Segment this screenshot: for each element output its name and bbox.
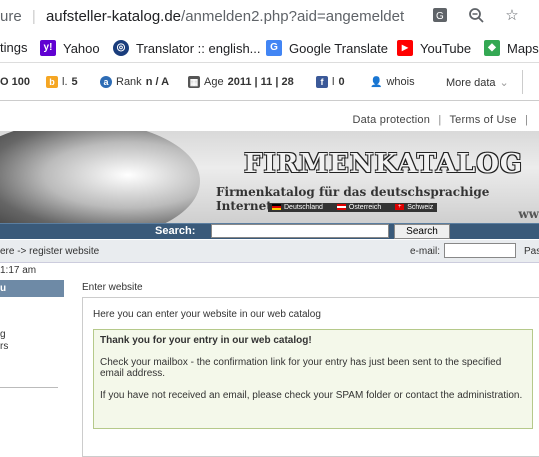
google-translate-icon: G: [266, 40, 282, 56]
language-links: Deutschland Österreich + Schweiz: [268, 203, 438, 212]
sidebar-divider: [0, 387, 58, 388]
star-icon[interactable]: ☆: [503, 7, 521, 25]
maps-icon: ◆: [484, 40, 500, 56]
bookmark-label: Yahoo: [63, 40, 100, 56]
translator-icon: ◎: [113, 40, 129, 56]
bookmarks-bar: tings y! Yahoo ◎ Translator :: english..…: [0, 33, 539, 63]
seo-rank-label: Rank: [116, 76, 142, 88]
zoom-icon[interactable]: [467, 7, 485, 25]
seo-b-value: 5: [71, 76, 78, 88]
bookmark-label: Google Translate: [289, 40, 389, 56]
search-button[interactable]: Search: [394, 224, 450, 239]
seo-da[interactable]: O 100: [0, 76, 30, 88]
url-domain: aufsteller-katalog.de: [45, 8, 182, 25]
web-page: Data protection | Terms of Use | FIRMENK…: [0, 102, 539, 457]
bookmark-youtube[interactable]: ▶ YouTube: [397, 40, 471, 56]
svg-text:G: G: [436, 11, 444, 22]
switzerland-flag-icon: +: [395, 204, 405, 211]
seo-age-value: 2011 | 11 | 28: [227, 76, 294, 88]
bookmark-settings[interactable]: tings: [0, 40, 27, 55]
site-banner: FIRMENKATALOG Firmenkatalog für das deut…: [0, 131, 539, 223]
url-path: /anmelden2.php?aid=angemeldet: [181, 8, 405, 25]
translate-icon[interactable]: G: [431, 7, 449, 25]
seo-rank[interactable]: a Rank n / A: [100, 76, 169, 88]
link-separator: |: [438, 114, 442, 126]
search-label: Search:: [155, 225, 196, 237]
intro-text: Here you can enter your website in our w…: [93, 309, 321, 320]
seo-whois-label: whois: [386, 76, 415, 88]
divider: [522, 70, 523, 94]
user-icon: 👤: [370, 76, 383, 88]
banner-www: ww: [518, 207, 539, 221]
current-time: 1:17 am: [0, 265, 37, 276]
alexa-icon: a: [100, 76, 112, 88]
email-label: e-mail:: [410, 246, 441, 257]
breadcrumb-bar: ere -> register website e-mail: Pas: [0, 240, 539, 263]
email-field[interactable]: [444, 243, 516, 258]
lang-label: Schweiz: [407, 204, 434, 211]
calendar-icon: ▦: [188, 76, 200, 88]
bookmark-google-translate[interactable]: G Google Translate: [266, 40, 388, 56]
seo-b-label: l.: [62, 76, 68, 88]
top-links: Data protection | Terms of Use |: [352, 114, 533, 126]
lang-oesterreich[interactable]: Österreich: [336, 204, 382, 211]
sidebar-menu: u g rs: [0, 280, 64, 450]
url-separator: |: [31, 8, 36, 25]
bookmark-label: YouTube: [420, 40, 472, 56]
success-text-mailbox: Check your mailbox - the confirmation li…: [100, 357, 502, 379]
bookmark-label: tings: [0, 40, 28, 55]
main-content: Enter website Here you can enter your we…: [82, 282, 539, 457]
sidebar-item[interactable]: rs: [0, 341, 8, 352]
seo-fb-label: l: [332, 76, 335, 88]
bookmark-yahoo[interactable]: y! Yahoo: [40, 40, 100, 56]
seo-backlinks[interactable]: b l. 5: [46, 76, 78, 88]
content-box: Here you can enter your website in our w…: [82, 297, 539, 457]
success-message: Thank you for your entry in our web cata…: [93, 329, 533, 429]
facebook-icon: f: [316, 76, 328, 88]
address-bar[interactable]: ure | aufsteller-katalog.de/anmelden2.ph…: [0, 0, 539, 33]
chevron-down-icon: ⌄: [499, 77, 509, 89]
seo-facebook[interactable]: f l 0: [316, 76, 345, 88]
terms-of-use-link[interactable]: Terms of Use: [449, 114, 516, 126]
lang-label: Österreich: [348, 204, 382, 211]
bookmark-translator[interactable]: ◎ Translator :: english...: [113, 40, 261, 56]
austria-flag-icon: [336, 204, 346, 211]
sidebar-heading: u: [0, 280, 64, 297]
youtube-icon: ▶: [397, 40, 413, 56]
seo-da-value: O 100: [0, 76, 30, 88]
success-title: Thank you for your entry in our web cata…: [100, 335, 312, 346]
lang-deutschland[interactable]: Deutschland: [272, 204, 323, 211]
seo-age[interactable]: ▦ Age 2011 | 11 | 28: [188, 76, 294, 88]
data-protection-link[interactable]: Data protection: [352, 114, 430, 126]
bookmark-label: Translator :: english...: [136, 40, 261, 56]
seo-more-data[interactable]: More data ⌄: [446, 76, 509, 90]
bookmark-label: Maps: [507, 40, 539, 56]
link-separator: |: [524, 114, 528, 126]
bookmark-maps[interactable]: ◆ Maps: [484, 40, 539, 56]
seo-fb-value: 0: [338, 76, 345, 88]
url-text[interactable]: ure | aufsteller-katalog.de/anmelden2.ph…: [0, 8, 404, 25]
sidebar-item[interactable]: g: [0, 329, 6, 340]
seo-toolbar: O 100 b l. 5 a Rank n / A ▦ Age 2011 | 1…: [0, 64, 539, 101]
lang-schweiz[interactable]: + Schweiz: [395, 204, 433, 211]
bing-icon: b: [46, 76, 58, 88]
breadcrumb: ere -> register website: [0, 246, 100, 257]
seo-more-label: More data: [446, 76, 496, 89]
banner-graphic: [0, 131, 200, 223]
password-label: Pas: [524, 246, 539, 257]
seo-rank-value: n / A: [145, 76, 170, 88]
yahoo-icon: y!: [40, 40, 56, 56]
url-prefix: ure: [0, 8, 22, 25]
lang-label: Deutschland: [284, 204, 323, 211]
section-title: Enter website: [82, 282, 143, 293]
seo-age-label: Age: [204, 76, 224, 88]
success-text-spam: If you have not received an email, pleas…: [100, 390, 523, 401]
site-logo[interactable]: FIRMENKATALOG: [244, 149, 523, 179]
search-input[interactable]: [211, 224, 389, 238]
seo-whois[interactable]: 👤 whois: [370, 76, 415, 88]
germany-flag-icon: [272, 204, 281, 211]
search-bar: Search: Search: [0, 223, 539, 239]
